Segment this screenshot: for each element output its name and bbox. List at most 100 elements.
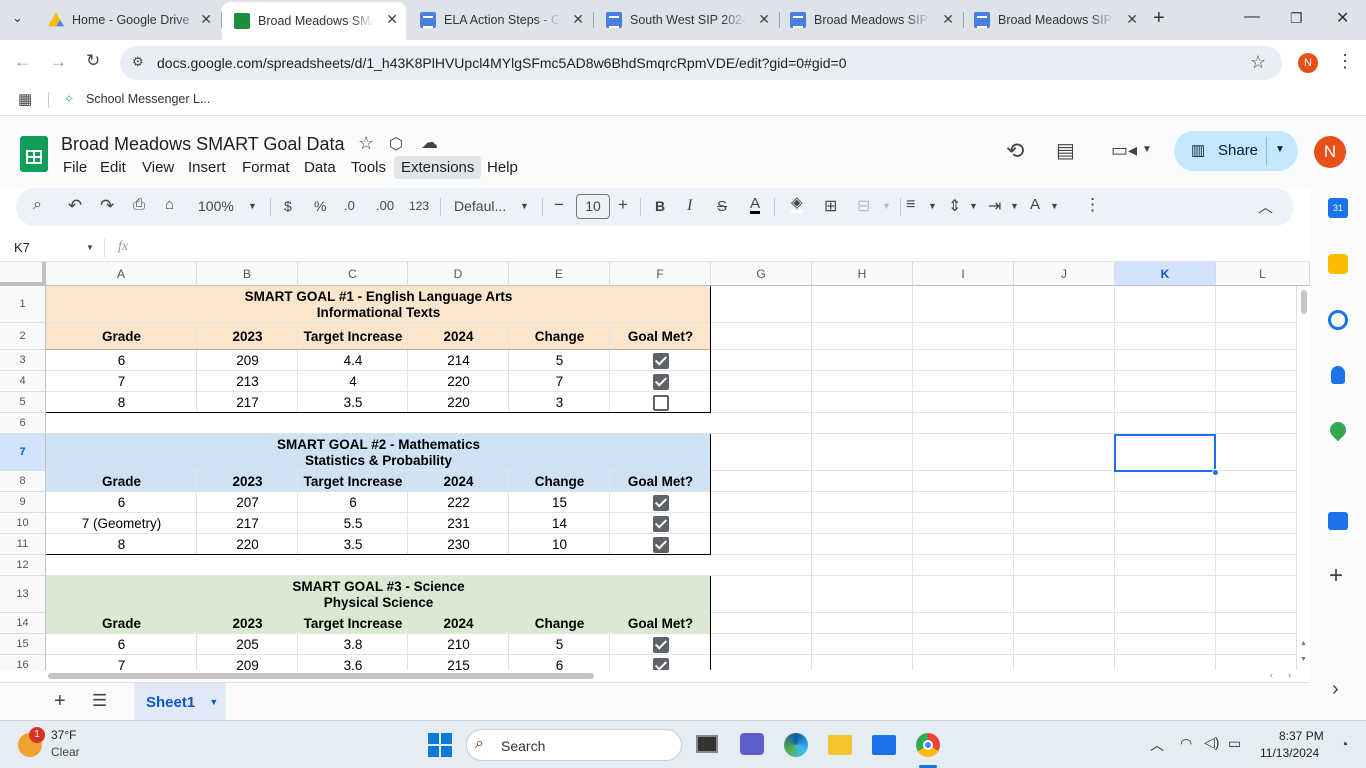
close-icon[interactable]: ✕ xyxy=(758,11,770,28)
new-tab-plus-icon[interactable]: + xyxy=(1153,7,1165,30)
sheets-logo-icon[interactable] xyxy=(20,136,48,172)
row-header-1[interactable]: 1 xyxy=(0,286,46,323)
currency-button[interactable]: $ xyxy=(284,198,292,214)
vertical-align-icon[interactable]: ⇕ xyxy=(948,196,961,216)
url-text[interactable]: docs.google.com/spreadsheets/d/1_h43K8Pl… xyxy=(157,55,847,71)
font-chevron-icon[interactable]: ▼ xyxy=(520,201,529,211)
cell-2024[interactable]: 215 xyxy=(408,655,509,670)
column-header-g[interactable]: G xyxy=(711,262,812,286)
bookmark-star-icon[interactable]: ☆ xyxy=(1250,52,1266,73)
bold-button[interactable]: B xyxy=(655,198,665,214)
tab-south-west-sip[interactable]: South West SIP 2024 ✕ xyxy=(594,6,778,34)
header-grade[interactable]: Grade xyxy=(46,613,197,634)
menu-extensions[interactable]: Extensions xyxy=(394,156,482,179)
goal-met-checkbox[interactable] xyxy=(652,636,669,653)
menu-data[interactable]: Data xyxy=(304,159,336,176)
document-title[interactable]: Broad Meadows SMART Goal Data xyxy=(61,134,344,155)
font-family-select[interactable]: Defaul... xyxy=(454,198,506,214)
header-2024[interactable]: 2024 xyxy=(408,613,509,634)
zoom-select[interactable]: 100% xyxy=(198,198,234,214)
cell-target[interactable]: 6 xyxy=(298,492,408,513)
clock-date[interactable]: 11/13/2024 xyxy=(1260,746,1319,760)
merge-cells-icon[interactable]: ⊟ xyxy=(857,196,870,216)
cell-target[interactable]: 3.6 xyxy=(298,655,408,670)
cell-change[interactable]: 5 xyxy=(509,634,610,655)
bookmark-school-messenger[interactable]: School Messenger L... xyxy=(86,92,210,106)
header-goal-met[interactable]: Goal Met? xyxy=(610,613,711,634)
cell-grade[interactable]: 6 xyxy=(46,350,197,371)
cell-grade[interactable]: 7 xyxy=(46,655,197,670)
meet-icon[interactable]: ▭◂ xyxy=(1111,140,1137,161)
menu-file[interactable]: File xyxy=(63,159,87,176)
battery-icon[interactable]: ▭ xyxy=(1228,735,1241,752)
goal-2-title[interactable]: SMART GOAL #2 - Mathematics Statistics &… xyxy=(46,434,711,471)
sheet-tab-chevron-icon[interactable]: ▼ xyxy=(209,697,218,707)
column-header-c[interactable]: C xyxy=(298,262,408,286)
column-header-b[interactable]: B xyxy=(197,262,298,286)
cell-target[interactable]: 3.5 xyxy=(298,534,408,555)
scroll-down-icon[interactable]: ▼ xyxy=(1300,656,1307,663)
undo-icon[interactable]: ↶ xyxy=(68,196,82,216)
vertical-scrollbar[interactable]: ▲ ▼ xyxy=(1296,286,1310,670)
goal-met-checkbox[interactable] xyxy=(652,352,669,369)
browser-menu-icon[interactable]: ⋮ xyxy=(1336,51,1354,72)
text-wrapping-icon[interactable]: ⇥ xyxy=(988,196,1001,216)
close-icon[interactable]: ✕ xyxy=(386,11,398,28)
decrease-decimal-button[interactable]: .0 xyxy=(344,198,355,213)
cell-change[interactable]: 6 xyxy=(509,655,610,670)
menu-edit[interactable]: Edit xyxy=(100,159,126,176)
cell-2024[interactable]: 220 xyxy=(408,392,509,413)
increase-decimal-button[interactable]: .00 xyxy=(376,198,394,213)
cell-goal-met[interactable] xyxy=(610,513,711,534)
goal-met-checkbox[interactable] xyxy=(652,657,669,670)
weather-temp[interactable]: 37°F xyxy=(51,728,76,742)
header-grade[interactable]: Grade xyxy=(46,471,197,492)
scroll-right-icon[interactable]: › xyxy=(1288,670,1291,680)
valign-chevron-icon[interactable]: ▼ xyxy=(969,201,978,211)
maps-icon[interactable] xyxy=(1326,418,1350,442)
cell-2024[interactable]: 222 xyxy=(408,492,509,513)
menu-tools[interactable]: Tools xyxy=(351,159,386,176)
side-panel-expand-icon[interactable]: › xyxy=(1332,678,1339,701)
header-2024[interactable]: 2024 xyxy=(408,323,509,350)
horizontal-scrollbar[interactable]: ‹ › xyxy=(0,670,1310,682)
selected-cell-k7[interactable] xyxy=(1114,434,1216,472)
get-addons-plus-icon[interactable]: + xyxy=(1329,562,1343,590)
menu-view[interactable]: View xyxy=(142,159,174,176)
print-icon[interactable]: ⎙ xyxy=(133,196,145,213)
row-header-10[interactable]: 10 xyxy=(0,513,46,534)
task-view-icon[interactable] xyxy=(696,735,718,753)
paint-format-icon[interactable]: ⌂ xyxy=(165,196,174,213)
fill-color-icon[interactable]: ◈ xyxy=(791,195,803,213)
header-grade[interactable]: Grade xyxy=(46,323,197,350)
redo-icon[interactable]: ↷ xyxy=(100,196,114,216)
goal-met-checkbox[interactable] xyxy=(652,494,669,511)
row-header-12[interactable]: 12 xyxy=(0,555,46,576)
cell-2024[interactable]: 230 xyxy=(408,534,509,555)
comments-icon[interactable]: ▤ xyxy=(1056,138,1075,163)
cell-2024[interactable]: 231 xyxy=(408,513,509,534)
cell-grade[interactable]: 6 xyxy=(46,492,197,513)
close-icon[interactable]: ✕ xyxy=(572,11,584,28)
horizontal-align-icon[interactable]: ≡ xyxy=(906,196,915,214)
align-chevron-icon[interactable]: ▼ xyxy=(928,201,937,211)
close-window-icon[interactable]: ✕ xyxy=(1336,8,1349,28)
column-header-d[interactable]: D xyxy=(408,262,509,286)
cell-2023[interactable]: 217 xyxy=(197,392,298,413)
cell-change[interactable]: 7 xyxy=(509,371,610,392)
cell-grade[interactable]: 7 xyxy=(46,371,197,392)
row-header-6[interactable]: 6 xyxy=(0,413,46,434)
percent-button[interactable]: % xyxy=(314,198,326,214)
menu-insert[interactable]: Insert xyxy=(188,159,226,176)
goal-met-checkbox[interactable] xyxy=(652,394,669,411)
weather-desc[interactable]: Clear xyxy=(51,745,80,759)
share-dropdown-icon[interactable]: ▼ xyxy=(1275,144,1285,155)
tab-ela-action-steps[interactable]: ELA Action Steps - Google Docs ✕ xyxy=(408,6,592,34)
italic-button[interactable]: I xyxy=(687,197,692,215)
chevron-down-icon[interactable]: ▼ xyxy=(1142,144,1152,155)
omnibox[interactable]: ⚙ docs.google.com/spreadsheets/d/1_h43K8… xyxy=(120,46,1282,80)
goal-3-title[interactable]: SMART GOAL #3 - Science Physical Science xyxy=(46,576,711,613)
cell-goal-met[interactable] xyxy=(610,371,711,392)
cell-2023[interactable]: 220 xyxy=(197,534,298,555)
column-header-i[interactable]: I xyxy=(913,262,1014,286)
